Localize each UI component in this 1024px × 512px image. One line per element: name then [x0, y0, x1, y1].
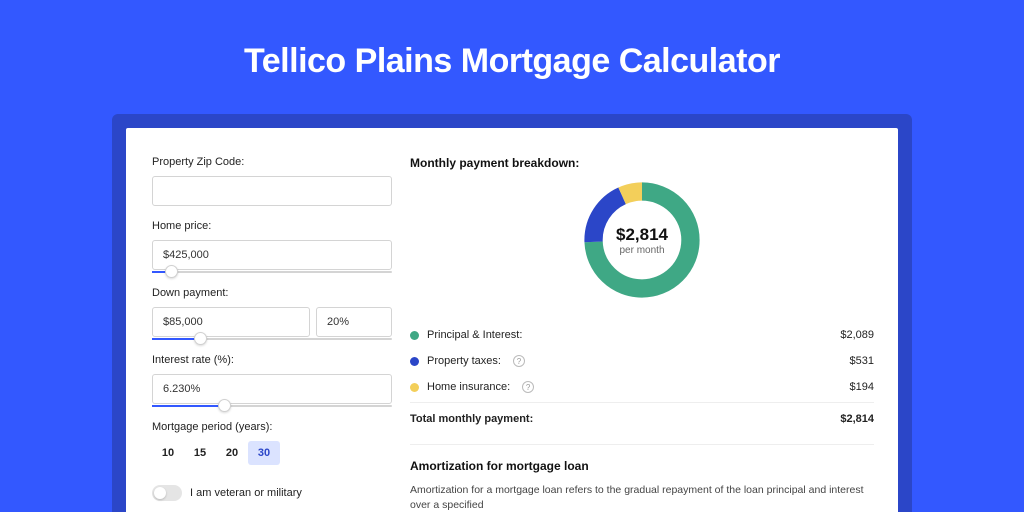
breakdown-title: Monthly payment breakdown: [410, 156, 874, 170]
down-payment-label: Down payment: [152, 287, 396, 299]
down-payment-input[interactable] [152, 307, 310, 337]
slider-thumb[interactable] [218, 399, 231, 412]
home-price-slider[interactable] [152, 271, 392, 273]
amortization-body: Amortization for a mortgage loan refers … [410, 483, 874, 512]
legend-value: $194 [850, 381, 874, 393]
period-15[interactable]: 15 [184, 441, 216, 465]
amortization-section: Amortization for mortgage loan Amortizat… [410, 444, 874, 512]
rate-group: Interest rate (%): [152, 354, 396, 407]
home-price-group: Home price: [152, 220, 396, 273]
legend-row-ins: Home insurance:? $194 [410, 374, 874, 400]
zip-label: Property Zip Code: [152, 156, 396, 168]
toggle-knob [154, 487, 166, 499]
breakdown-column: Monthly payment breakdown: $2,814 per mo… [396, 128, 898, 512]
donut-wrap: $2,814 per month [410, 176, 874, 304]
payment-donut: $2,814 per month [578, 176, 706, 304]
rate-label: Interest rate (%): [152, 354, 396, 366]
info-icon[interactable]: ? [513, 355, 525, 367]
total-label: Total monthly payment: [410, 413, 533, 425]
rate-input[interactable] [152, 374, 392, 404]
legend-dot-icon [410, 331, 419, 340]
veteran-label: I am veteran or military [190, 487, 302, 499]
donut-center-sub: per month [619, 245, 664, 256]
legend-value: $531 [850, 355, 874, 367]
veteran-toggle[interactable] [152, 485, 182, 501]
period-20[interactable]: 20 [216, 441, 248, 465]
period-group: Mortgage period (years): 10152030 [152, 421, 396, 465]
period-30[interactable]: 30 [248, 441, 280, 465]
home-price-input[interactable] [152, 240, 392, 270]
total-value: $2,814 [840, 413, 874, 425]
down-payment-pct-input[interactable] [316, 307, 392, 337]
home-price-label: Home price: [152, 220, 396, 232]
period-10[interactable]: 10 [152, 441, 184, 465]
legend-value: $2,089 [840, 329, 874, 341]
total-row: Total monthly payment: $2,814 [410, 402, 874, 432]
legend-label: Principal & Interest: [427, 329, 522, 341]
slider-thumb[interactable] [165, 265, 178, 278]
zip-input[interactable] [152, 176, 392, 206]
legend-label: Home insurance: [427, 381, 510, 393]
calculator-card: Property Zip Code: Home price: Down paym… [126, 128, 898, 512]
page-title: Tellico Plains Mortgage Calculator [0, 42, 1024, 81]
donut-center-value: $2,814 [616, 225, 668, 245]
period-label: Mortgage period (years): [152, 421, 396, 433]
legend-row-tax: Property taxes:? $531 [410, 348, 874, 374]
amortization-title: Amortization for mortgage loan [410, 459, 874, 473]
form-column: Property Zip Code: Home price: Down paym… [126, 128, 396, 512]
info-icon[interactable]: ? [522, 381, 534, 393]
legend: Principal & Interest: $2,089 Property taxe… [410, 322, 874, 400]
legend-row-pi: Principal & Interest: $2,089 [410, 322, 874, 348]
rate-slider[interactable] [152, 405, 392, 407]
legend-label: Property taxes: [427, 355, 501, 367]
slider-thumb[interactable] [194, 332, 207, 345]
down-payment-group: Down payment: [152, 287, 396, 340]
zip-group: Property Zip Code: [152, 156, 396, 206]
veteran-row: I am veteran or military [152, 485, 396, 501]
legend-dot-icon [410, 383, 419, 392]
down-payment-slider[interactable] [152, 338, 392, 340]
legend-dot-icon [410, 357, 419, 366]
